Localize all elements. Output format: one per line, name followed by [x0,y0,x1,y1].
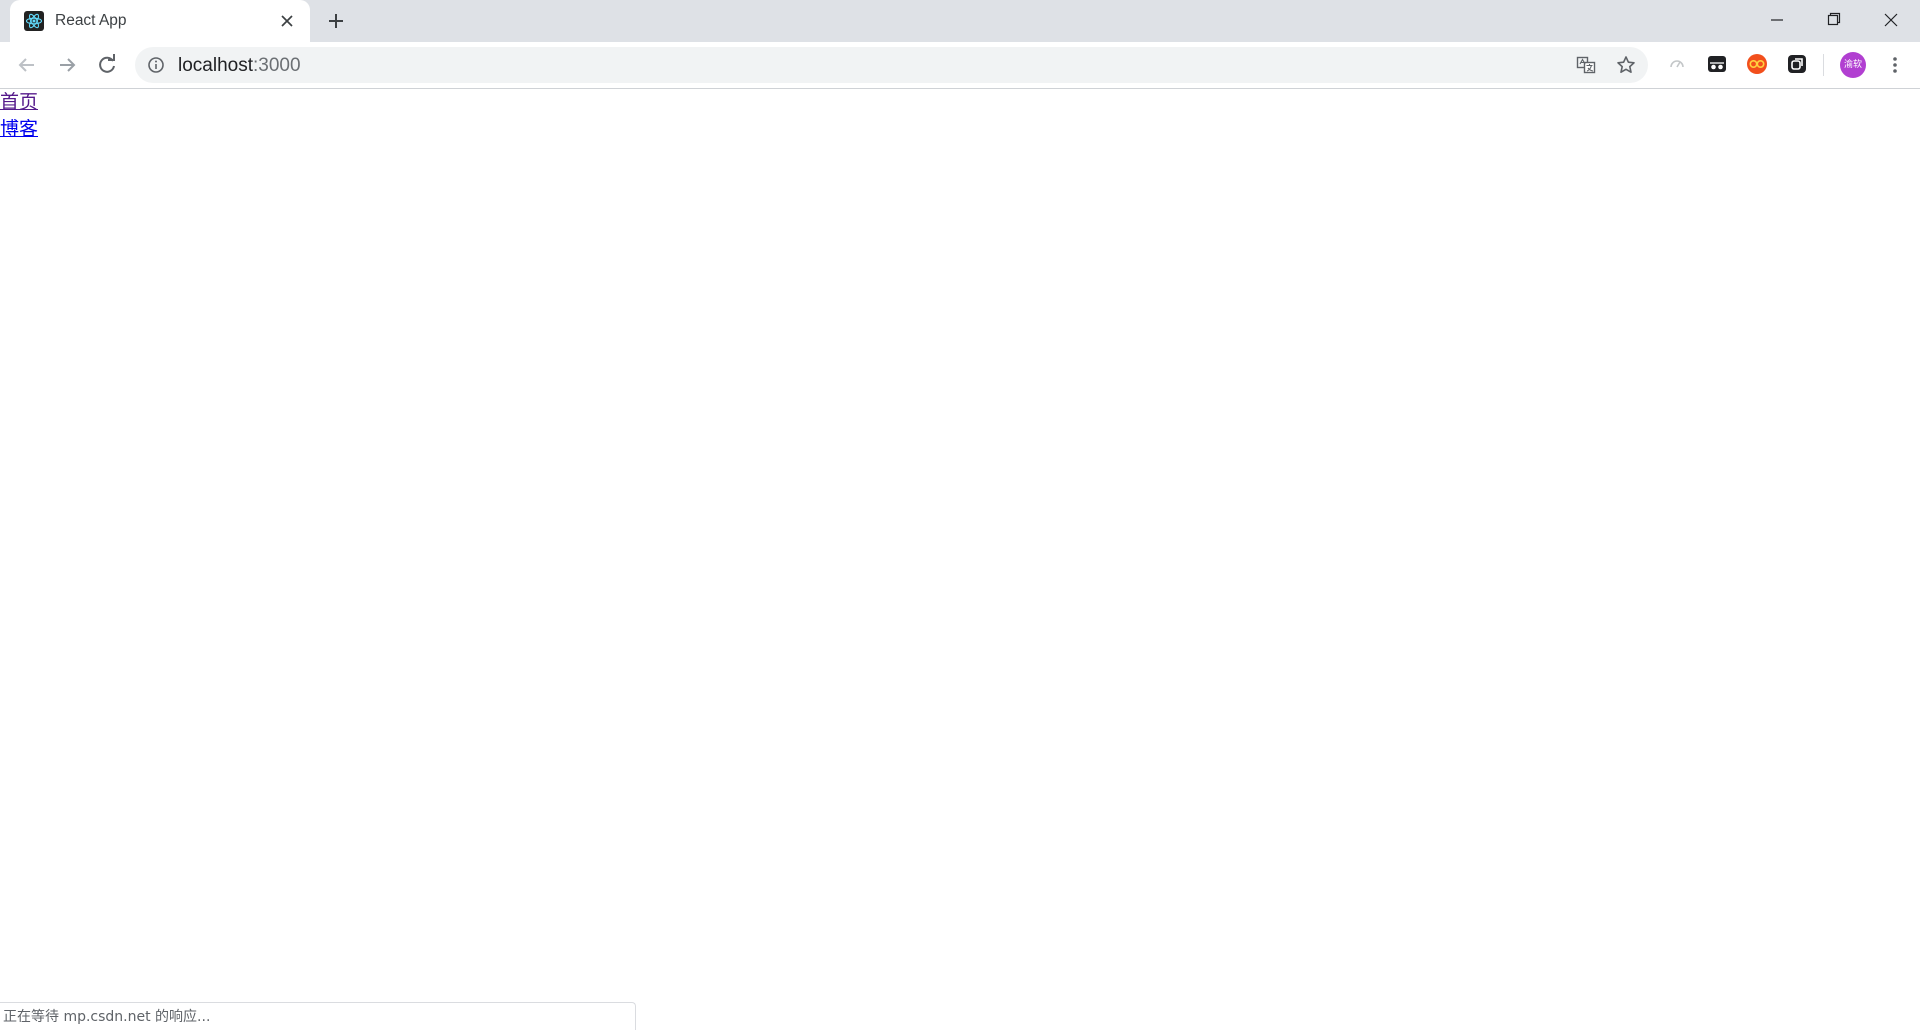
browser-toolbar: localhost:3000 渝软 [0,42,1920,89]
profile-avatar[interactable]: 渝软 [1840,52,1866,78]
back-arrow-icon[interactable] [14,52,40,78]
bookmark-star-icon[interactable] [1615,54,1637,76]
close-tab-icon[interactable] [278,12,296,30]
status-bubble: 正在等待 mp.csdn.net 的响应... [0,1002,636,1030]
browser-tab[interactable]: React App [10,0,310,42]
extension-sync-icon[interactable] [1665,52,1689,76]
blog-link[interactable]: 博客 [0,116,1920,143]
home-link[interactable]: 首页 [0,89,1920,116]
forward-arrow-icon[interactable] [54,52,80,78]
tab-strip: React App [0,0,1920,42]
site-info-icon[interactable] [147,56,165,74]
extension-copy-icon[interactable] [1785,52,1809,76]
translate-icon[interactable] [1575,54,1597,76]
address-bar[interactable]: localhost:3000 [135,47,1648,83]
url-port: :3000 [253,55,301,76]
extension-incognito-icon[interactable] [1705,52,1729,76]
reload-icon[interactable] [94,52,120,78]
restore-icon[interactable] [1810,4,1856,36]
react-logo-icon [24,11,44,31]
kebab-menu-icon[interactable] [1883,53,1907,77]
new-tab-icon[interactable] [325,10,347,32]
close-window-icon[interactable] [1868,4,1914,36]
page-content: 首页 博客 [0,89,1920,999]
url-text: localhost:3000 [178,55,301,77]
tab-title: React App [55,12,127,29]
toolbar-divider [1823,54,1824,76]
extension-orange-icon[interactable] [1745,52,1769,76]
url-host: localhost [178,55,253,76]
minimize-icon[interactable] [1753,4,1799,36]
